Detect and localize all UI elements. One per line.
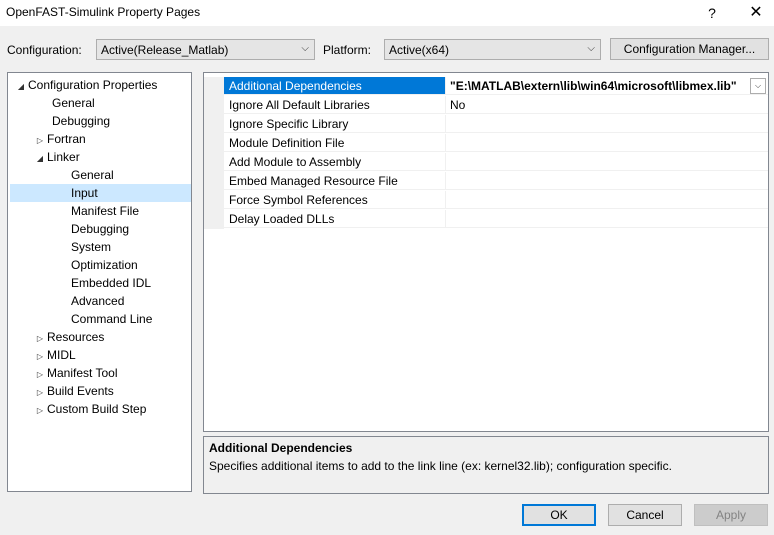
- property-row[interactable]: Force Symbol References: [204, 191, 768, 210]
- property-name[interactable]: Add Module to Assembly: [224, 153, 446, 171]
- title-bar: OpenFAST-Simulink Property Pages ? ✕: [0, 0, 774, 26]
- tree-item-advanced[interactable]: Advanced: [71, 292, 124, 310]
- chevron-down-icon: ⌵: [301, 43, 309, 54]
- tree-item-manifest-tool[interactable]: ▷ Manifest Tool: [33, 364, 118, 382]
- property-row[interactable]: Module Definition File: [204, 134, 768, 153]
- tree-item-optimization[interactable]: Optimization: [71, 256, 138, 274]
- property-name[interactable]: Force Symbol References: [224, 191, 446, 209]
- property-value[interactable]: [446, 153, 768, 171]
- tree-item-resources[interactable]: ▷ Resources: [33, 328, 104, 346]
- tree-item-custom-build-step[interactable]: ▷ Custom Build Step: [33, 400, 146, 418]
- property-row[interactable]: Additional Dependencies "E:\MATLAB\exter…: [204, 77, 768, 96]
- property-value[interactable]: [446, 115, 768, 133]
- expanded-icon[interactable]: ◢: [14, 78, 28, 96]
- configuration-label: Configuration:: [7, 43, 82, 57]
- property-row[interactable]: Delay Loaded DLLs: [204, 210, 768, 229]
- tree-item-midl[interactable]: ▷ MIDL: [33, 346, 76, 364]
- property-value[interactable]: [446, 134, 768, 152]
- tree-item-linker-input[interactable]: Input: [10, 184, 191, 202]
- property-name[interactable]: Module Definition File: [224, 134, 446, 152]
- property-value[interactable]: No: [446, 96, 768, 114]
- property-tree: ◢ Configuration Properties General Debugg…: [7, 72, 192, 492]
- tree-item-command-line[interactable]: Command Line: [71, 310, 152, 328]
- tree-item-debugging[interactable]: Debugging: [52, 112, 110, 130]
- cancel-button[interactable]: Cancel: [608, 504, 682, 526]
- property-row[interactable]: Ignore All Default Libraries No: [204, 96, 768, 115]
- collapsed-icon[interactable]: ▷: [33, 402, 47, 420]
- property-row[interactable]: Ignore Specific Library: [204, 115, 768, 134]
- property-value[interactable]: [446, 191, 768, 209]
- close-icon[interactable]: ✕: [736, 0, 774, 26]
- help-button[interactable]: ?: [692, 0, 732, 26]
- property-value[interactable]: [446, 172, 768, 190]
- property-name[interactable]: Additional Dependencies: [224, 77, 446, 95]
- chevron-down-icon: ⌵: [587, 43, 595, 54]
- window-title: OpenFAST-Simulink Property Pages: [6, 5, 201, 19]
- tree-item-configuration-properties[interactable]: ◢ Configuration Properties: [14, 76, 157, 94]
- tree-item-system[interactable]: System: [71, 238, 111, 256]
- property-row[interactable]: Embed Managed Resource File: [204, 172, 768, 191]
- tree-item-embedded-idl[interactable]: Embedded IDL: [71, 274, 151, 292]
- configuration-value: Active(Release_Matlab): [101, 43, 229, 57]
- tree-item-build-events[interactable]: ▷ Build Events: [33, 382, 114, 400]
- tree-item-manifest-file[interactable]: Manifest File: [71, 202, 139, 220]
- property-name[interactable]: Embed Managed Resource File: [224, 172, 446, 190]
- tree-item-fortran[interactable]: ▷ Fortran: [33, 130, 86, 148]
- property-value[interactable]: [446, 210, 768, 228]
- description-panel: Additional Dependencies Specifies additi…: [203, 436, 769, 494]
- description-text: Specifies additional items to add to the…: [209, 459, 672, 473]
- ok-button[interactable]: OK: [522, 504, 596, 526]
- apply-button[interactable]: Apply: [694, 504, 768, 526]
- expanded-icon[interactable]: ◢: [33, 150, 47, 168]
- property-name[interactable]: Ignore All Default Libraries: [224, 96, 446, 114]
- property-grid: Additional Dependencies "E:\MATLAB\exter…: [203, 72, 769, 432]
- property-name[interactable]: Delay Loaded DLLs: [224, 210, 446, 228]
- platform-value: Active(x64): [389, 43, 450, 57]
- platform-dropdown[interactable]: Active(x64) ⌵: [384, 39, 601, 60]
- tree-item-linker[interactable]: ◢ Linker: [33, 148, 80, 166]
- tree-item-linker-general[interactable]: General: [71, 166, 114, 184]
- property-value[interactable]: "E:\MATLAB\extern\lib\win64\microsoft\li…: [446, 77, 768, 95]
- configuration-manager-button[interactable]: Configuration Manager...: [610, 38, 769, 60]
- configuration-dropdown[interactable]: Active(Release_Matlab) ⌵: [96, 39, 315, 60]
- property-name[interactable]: Ignore Specific Library: [224, 115, 446, 133]
- platform-label: Platform:: [323, 43, 372, 57]
- tree-item-general[interactable]: General: [52, 94, 95, 112]
- chevron-down-icon[interactable]: ⌵: [750, 78, 766, 94]
- tree-item-linker-debugging[interactable]: Debugging: [71, 220, 129, 238]
- description-title: Additional Dependencies: [209, 441, 353, 455]
- property-row[interactable]: Add Module to Assembly: [204, 153, 768, 172]
